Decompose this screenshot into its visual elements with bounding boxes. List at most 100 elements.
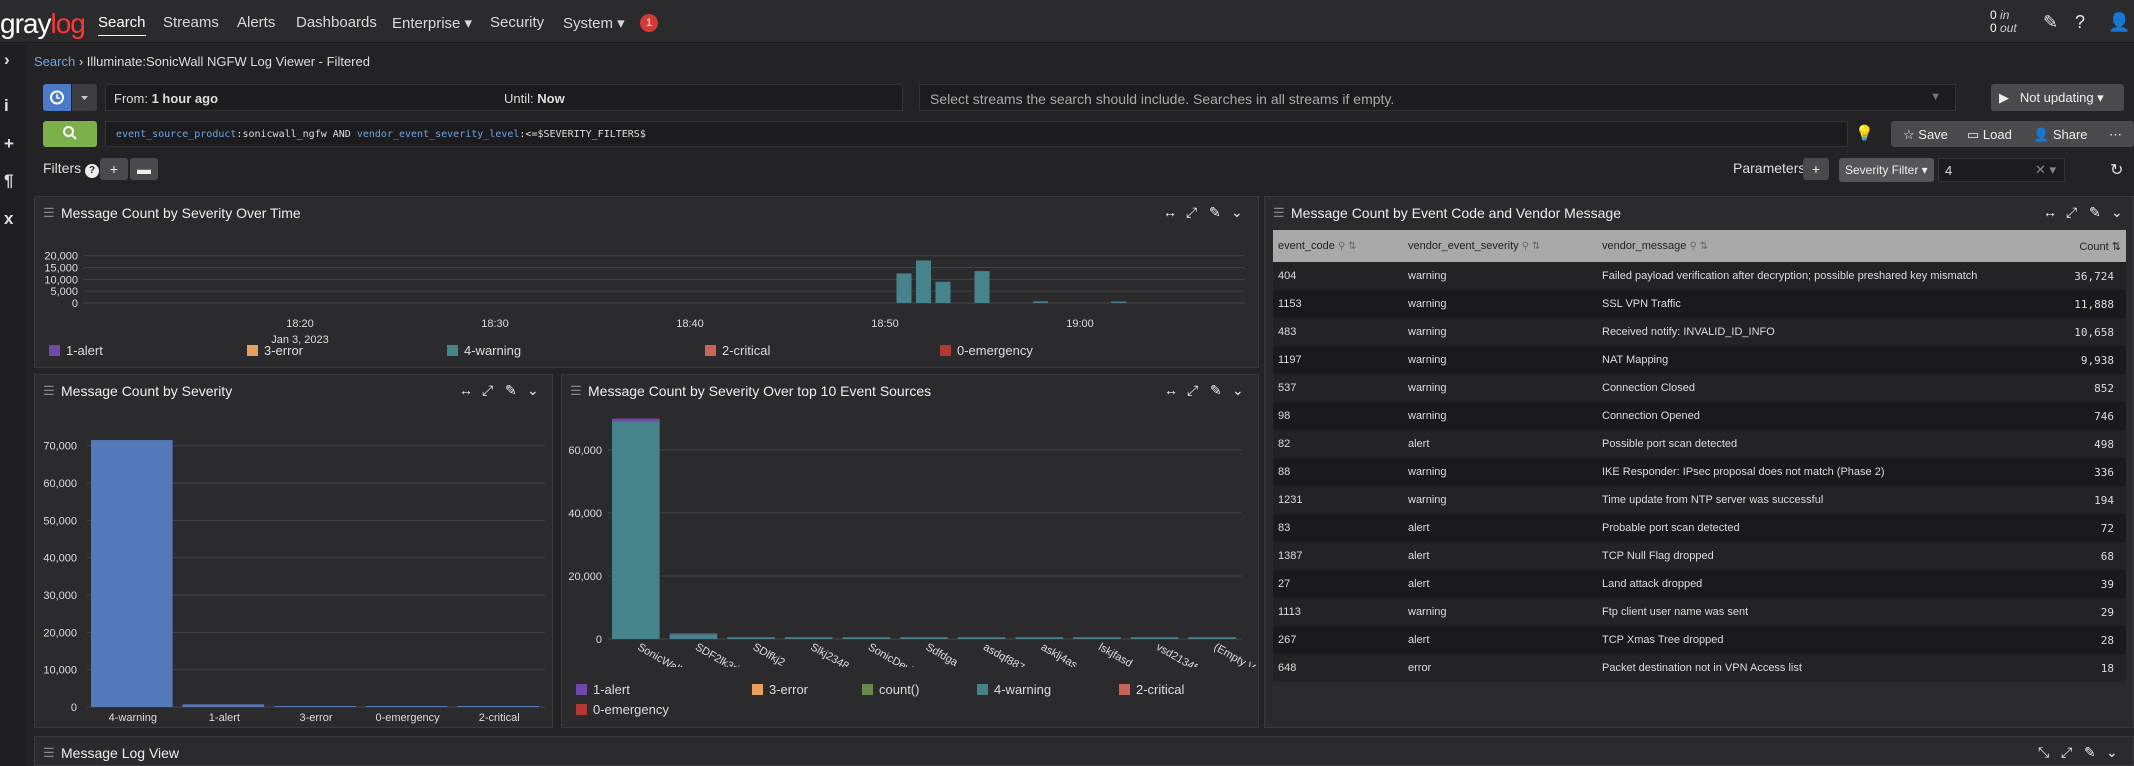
legend-item[interactable]: 3-error	[247, 343, 303, 358]
expand-icon[interactable]: ⤢	[1186, 204, 1197, 221]
drag-handle-icon[interactable]: ☰	[1273, 205, 1285, 221]
add-widget-icon[interactable]: +	[4, 134, 14, 154]
table-row[interactable]: 648 error Packet destination not in VPN Ac…	[1273, 654, 2126, 682]
table-row[interactable]: 27 alert Land attack dropped 39	[1273, 570, 2126, 598]
legend-item[interactable]: count()	[862, 682, 919, 697]
expand-icon[interactable]: ⤢	[1187, 382, 1198, 399]
help-circle-icon[interactable]: ?	[85, 164, 100, 178]
page-title: Illuminate:SonicWall NGFW Log Viewer - F…	[86, 54, 370, 69]
severity-filter-input[interactable]: 4 ✕ ▾	[1938, 158, 2065, 182]
legend-item[interactable]: 4-warning	[977, 682, 1051, 697]
load-filter-button[interactable]: ▬	[130, 158, 158, 180]
legend-item[interactable]: 2-critical	[705, 343, 770, 358]
load-button[interactable]: ▭ Load	[1967, 127, 2012, 143]
timerange-type-button[interactable]	[43, 84, 71, 111]
pin-sort-icon[interactable]: ⚲ ⇅	[1522, 241, 1540, 252]
clear-icon[interactable]: ✕ ▾	[2035, 162, 2056, 178]
fit-width-icon[interactable]: ↔	[2043, 204, 2057, 220]
expand-icon[interactable]: ⤢	[2066, 204, 2077, 221]
legend-item[interactable]: 4-warning	[447, 343, 521, 358]
timerange-dropdown-button[interactable]	[72, 84, 97, 111]
share-button[interactable]: 👤 Share	[2033, 127, 2088, 143]
nav-search[interactable]: Search	[98, 14, 146, 36]
table-row[interactable]: 98 warning Connection Opened 746	[1273, 402, 2126, 430]
nav-alerts[interactable]: Alerts	[237, 14, 275, 31]
compress-icon[interactable]: ⤡	[2038, 744, 2049, 761]
search-button[interactable]	[43, 121, 97, 147]
severity-filter-dropdown[interactable]: Severity Filter ▾	[1839, 158, 1934, 182]
expand-icon[interactable]: ⤢	[2061, 744, 2072, 761]
table-row[interactable]: 483 warning Received notify: INVALID_ID_IN…	[1273, 318, 2126, 346]
table-row[interactable]: 1153 warning SSL VPN Traffic 11,888	[1273, 290, 2126, 318]
expand-icon[interactable]: ⤢	[482, 382, 493, 399]
legend-item[interactable]: 0-emergency	[576, 702, 669, 717]
table-row[interactable]: 1113 warning Ftp client user name was sent…	[1273, 598, 2126, 626]
drag-handle-icon[interactable]: ☰	[570, 383, 582, 399]
legend-item[interactable]: 1-alert	[576, 682, 630, 697]
table-row[interactable]: 1387 alert TCP Null Flag dropped 68	[1273, 542, 2126, 570]
chevron-down-icon[interactable]: ⌄	[2111, 204, 2123, 221]
add-filter-button[interactable]: +	[100, 158, 128, 180]
pin-sort-icon[interactable]: ⚲ ⇅	[1338, 241, 1356, 252]
paragraph-icon[interactable]: ¶	[4, 171, 13, 191]
cell-severity: warning	[1403, 346, 1597, 374]
info-icon[interactable]: i	[4, 96, 9, 116]
table-row[interactable]: 1231 warning Time update from NTP server w…	[1273, 486, 2126, 514]
column-header-message[interactable]: vendor_message ⚲ ⇅	[1597, 230, 2036, 262]
column-header-count[interactable]: Count ⇅	[2036, 230, 2126, 262]
edit-icon[interactable]: ✎	[2089, 204, 2101, 221]
save-button[interactable]: ☆ Save	[1903, 127, 1948, 143]
expand-icon[interactable]: ›	[4, 50, 10, 70]
column-header-severity[interactable]: vendor_event_severity ⚲ ⇅	[1403, 230, 1597, 262]
refresh-button[interactable]: ▶ Not updating ▾	[1991, 84, 2124, 111]
nav-security[interactable]: Security	[490, 14, 544, 31]
notification-badge[interactable]: 1	[640, 14, 658, 32]
drag-handle-icon[interactable]: ☰	[43, 383, 55, 399]
drag-handle-icon[interactable]: ☰	[43, 205, 55, 221]
timerange-display[interactable]: From: 1 hour ago Until: Now	[105, 84, 903, 111]
lightbulb-icon[interactable]: 💡	[1855, 124, 1874, 142]
more-actions-icon[interactable]: ⋯	[2109, 127, 2122, 143]
nav-streams[interactable]: Streams	[163, 14, 219, 31]
sort-desc-icon[interactable]: ⇅	[2112, 241, 2121, 253]
help-icon[interactable]: ?	[2075, 12, 2085, 33]
add-parameter-button[interactable]: +	[1803, 158, 1829, 180]
table-row[interactable]: 1197 warning NAT Mapping 9,938	[1273, 346, 2126, 374]
breadcrumb-search[interactable]: Search	[34, 54, 75, 69]
pin-sort-icon[interactable]: ⚲ ⇅	[1689, 241, 1707, 252]
chevron-down-icon[interactable]: ⌄	[2106, 744, 2118, 761]
fit-width-icon[interactable]: ↔	[1164, 382, 1178, 398]
legend-item[interactable]: 1-alert	[49, 343, 103, 358]
breadcrumb: Search › Illuminate:SonicWall NGFW Log V…	[34, 54, 370, 69]
variable-icon[interactable]: x	[4, 209, 13, 229]
nav-enterprise[interactable]: Enterprise ▾	[392, 14, 472, 32]
edit-icon[interactable]: ✎	[2043, 12, 2058, 33]
chevron-down-icon[interactable]: ⌄	[1232, 382, 1244, 399]
legend-item[interactable]: 3-error	[752, 682, 808, 697]
table-row[interactable]: 83 alert Probable port scan detected 72	[1273, 514, 2126, 542]
edit-icon[interactable]: ✎	[505, 382, 517, 399]
search-query-input[interactable]: event_source_product:sonicwall_ngfw AND …	[105, 121, 1848, 147]
table-row[interactable]: 82 alert Possible port scan detected 498	[1273, 430, 2126, 458]
edit-icon[interactable]: ✎	[2084, 744, 2096, 761]
table-row[interactable]: 88 warning IKE Responder: IPsec proposal d…	[1273, 458, 2126, 486]
graylog-logo[interactable]: graylog	[0, 8, 86, 40]
chevron-down-icon[interactable]: ⌄	[527, 382, 539, 399]
edit-icon[interactable]: ✎	[1210, 382, 1222, 399]
fit-width-icon[interactable]: ↔	[1163, 204, 1177, 220]
chevron-down-icon[interactable]: ⌄	[1231, 204, 1243, 221]
legend-item[interactable]: 2-critical	[1119, 682, 1184, 697]
column-header-event-code[interactable]: event_code ⚲ ⇅	[1273, 230, 1403, 262]
user-icon[interactable]: 👤	[2108, 12, 2130, 33]
nav-system[interactable]: System ▾	[563, 14, 625, 32]
table-row[interactable]: 267 alert TCP Xmas Tree dropped 28	[1273, 626, 2126, 654]
legend-item[interactable]: 0-emergency	[940, 343, 1033, 358]
refresh-icon[interactable]: ↻	[2110, 160, 2123, 180]
nav-dashboards[interactable]: Dashboards	[296, 14, 377, 31]
fit-width-icon[interactable]: ↔	[459, 382, 473, 398]
table-row[interactable]: 537 warning Connection Closed 852	[1273, 374, 2126, 402]
streams-select[interactable]: Select streams the search should include…	[919, 84, 1956, 111]
drag-handle-icon[interactable]: ☰	[43, 745, 55, 761]
edit-icon[interactable]: ✎	[1209, 204, 1221, 221]
table-row[interactable]: 404 warning Failed payload verification af…	[1273, 262, 2126, 290]
